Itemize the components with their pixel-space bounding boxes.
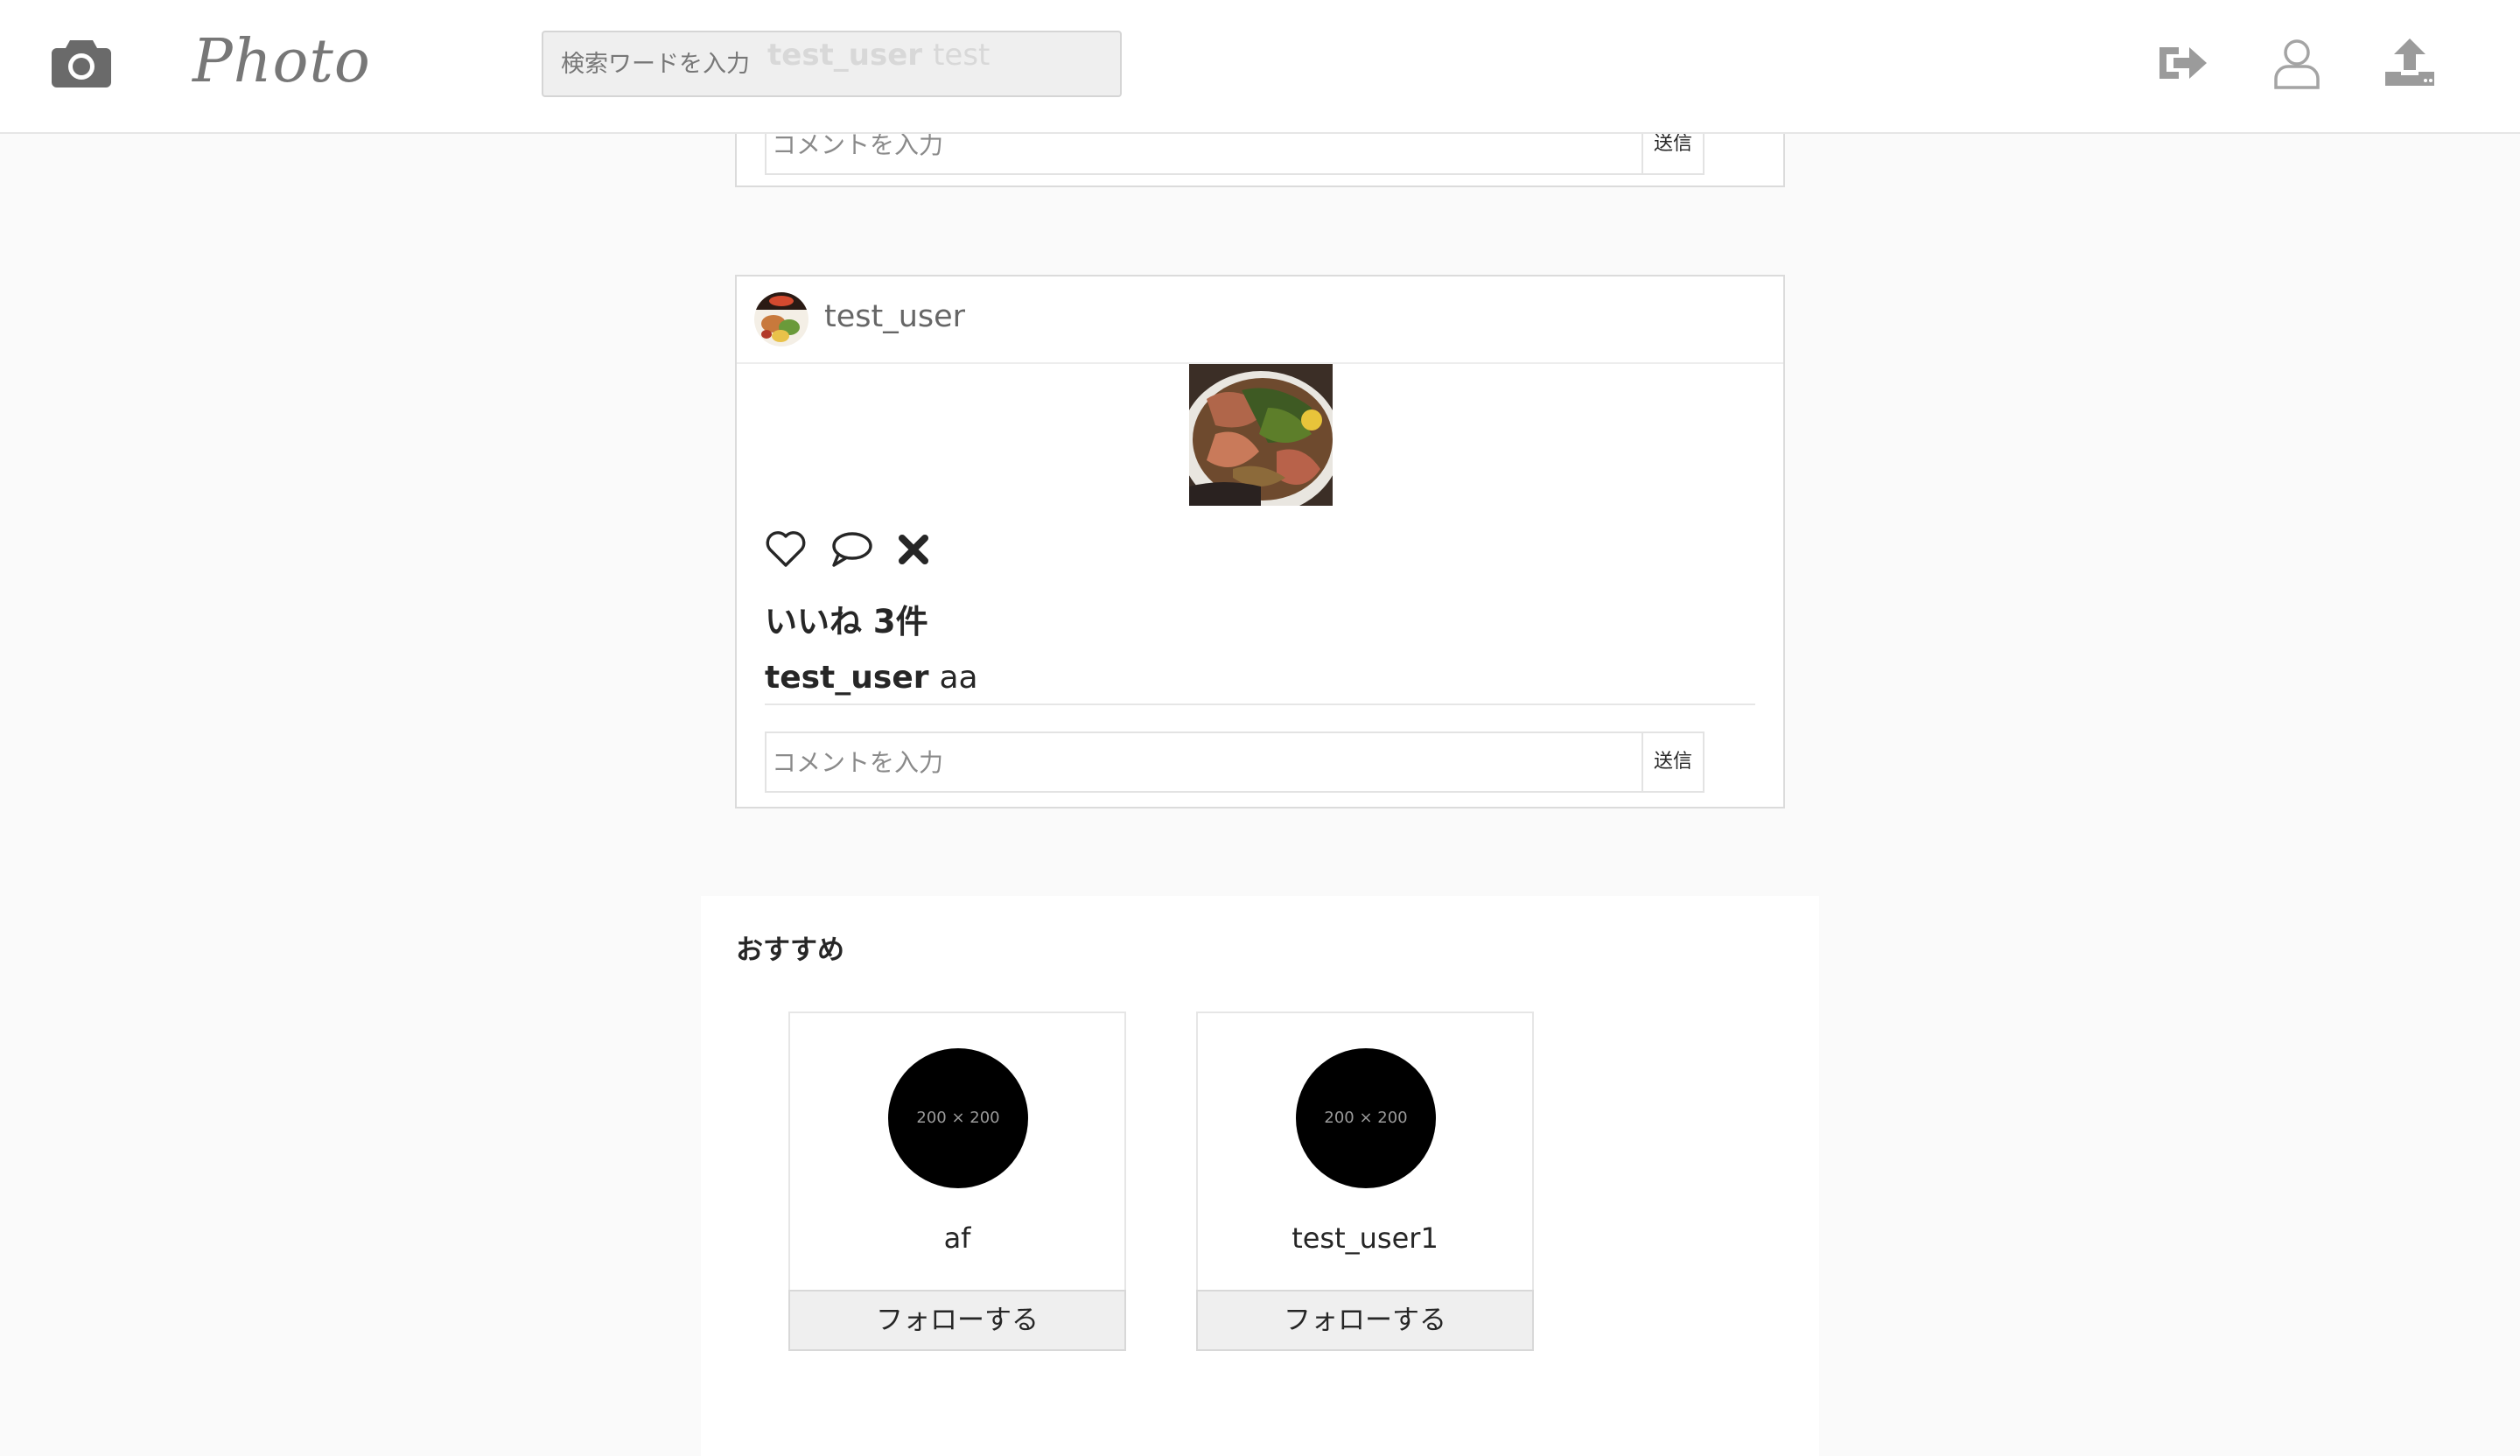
comment-icon[interactable] (830, 528, 873, 572)
post-username[interactable]: test_user (824, 299, 965, 334)
follow-button[interactable]: フォローする (1196, 1290, 1534, 1351)
heart-icon[interactable] (765, 528, 807, 572)
caption-username[interactable]: test_user (765, 660, 929, 696)
search-box[interactable]: test_user test (542, 31, 1122, 97)
caption-text: aa (939, 660, 978, 696)
search-input[interactable] (561, 32, 1103, 95)
top-navbar: Photo test_user test (0, 0, 2520, 134)
recommend-user-card: 200 × 200 test_user1 フォローする (1196, 1012, 1534, 1351)
post-caption: test_user aa (765, 660, 978, 696)
post-header: test_user (737, 276, 1783, 364)
camera-icon[interactable] (51, 35, 112, 88)
upload-icon[interactable] (2382, 35, 2438, 91)
recommend-username[interactable]: af (790, 1222, 1124, 1255)
divider (765, 704, 1755, 705)
logout-icon[interactable] (2154, 35, 2210, 91)
post-card: test_user いいね 3件 test_user aa コメントを入力 送信 (735, 275, 1785, 808)
app-logo[interactable]: Photo (192, 23, 371, 102)
follow-button[interactable]: フォローする (788, 1290, 1126, 1351)
recommend-username[interactable]: test_user1 (1198, 1222, 1532, 1255)
comment-input[interactable] (766, 733, 1656, 791)
recommend-title: おすすめ (736, 934, 844, 966)
likes-count[interactable]: いいね 3件 (765, 595, 928, 642)
send-button[interactable]: 送信 (1642, 733, 1703, 791)
delete-icon[interactable] (896, 528, 931, 572)
profile-icon[interactable] (2269, 35, 2325, 91)
recommend-user-card: 200 × 200 af フォローする (788, 1012, 1126, 1351)
comment-form: 送信 (765, 732, 1704, 793)
avatar[interactable] (754, 292, 808, 346)
avatar-placeholder[interactable]: 200 × 200 (888, 1048, 1028, 1188)
recommend-section: おすすめ 200 × 200 af フォローする 200 × 200 test_… (701, 896, 1819, 1456)
post-image[interactable] (1189, 364, 1333, 506)
avatar-placeholder[interactable]: 200 × 200 (1296, 1048, 1436, 1188)
